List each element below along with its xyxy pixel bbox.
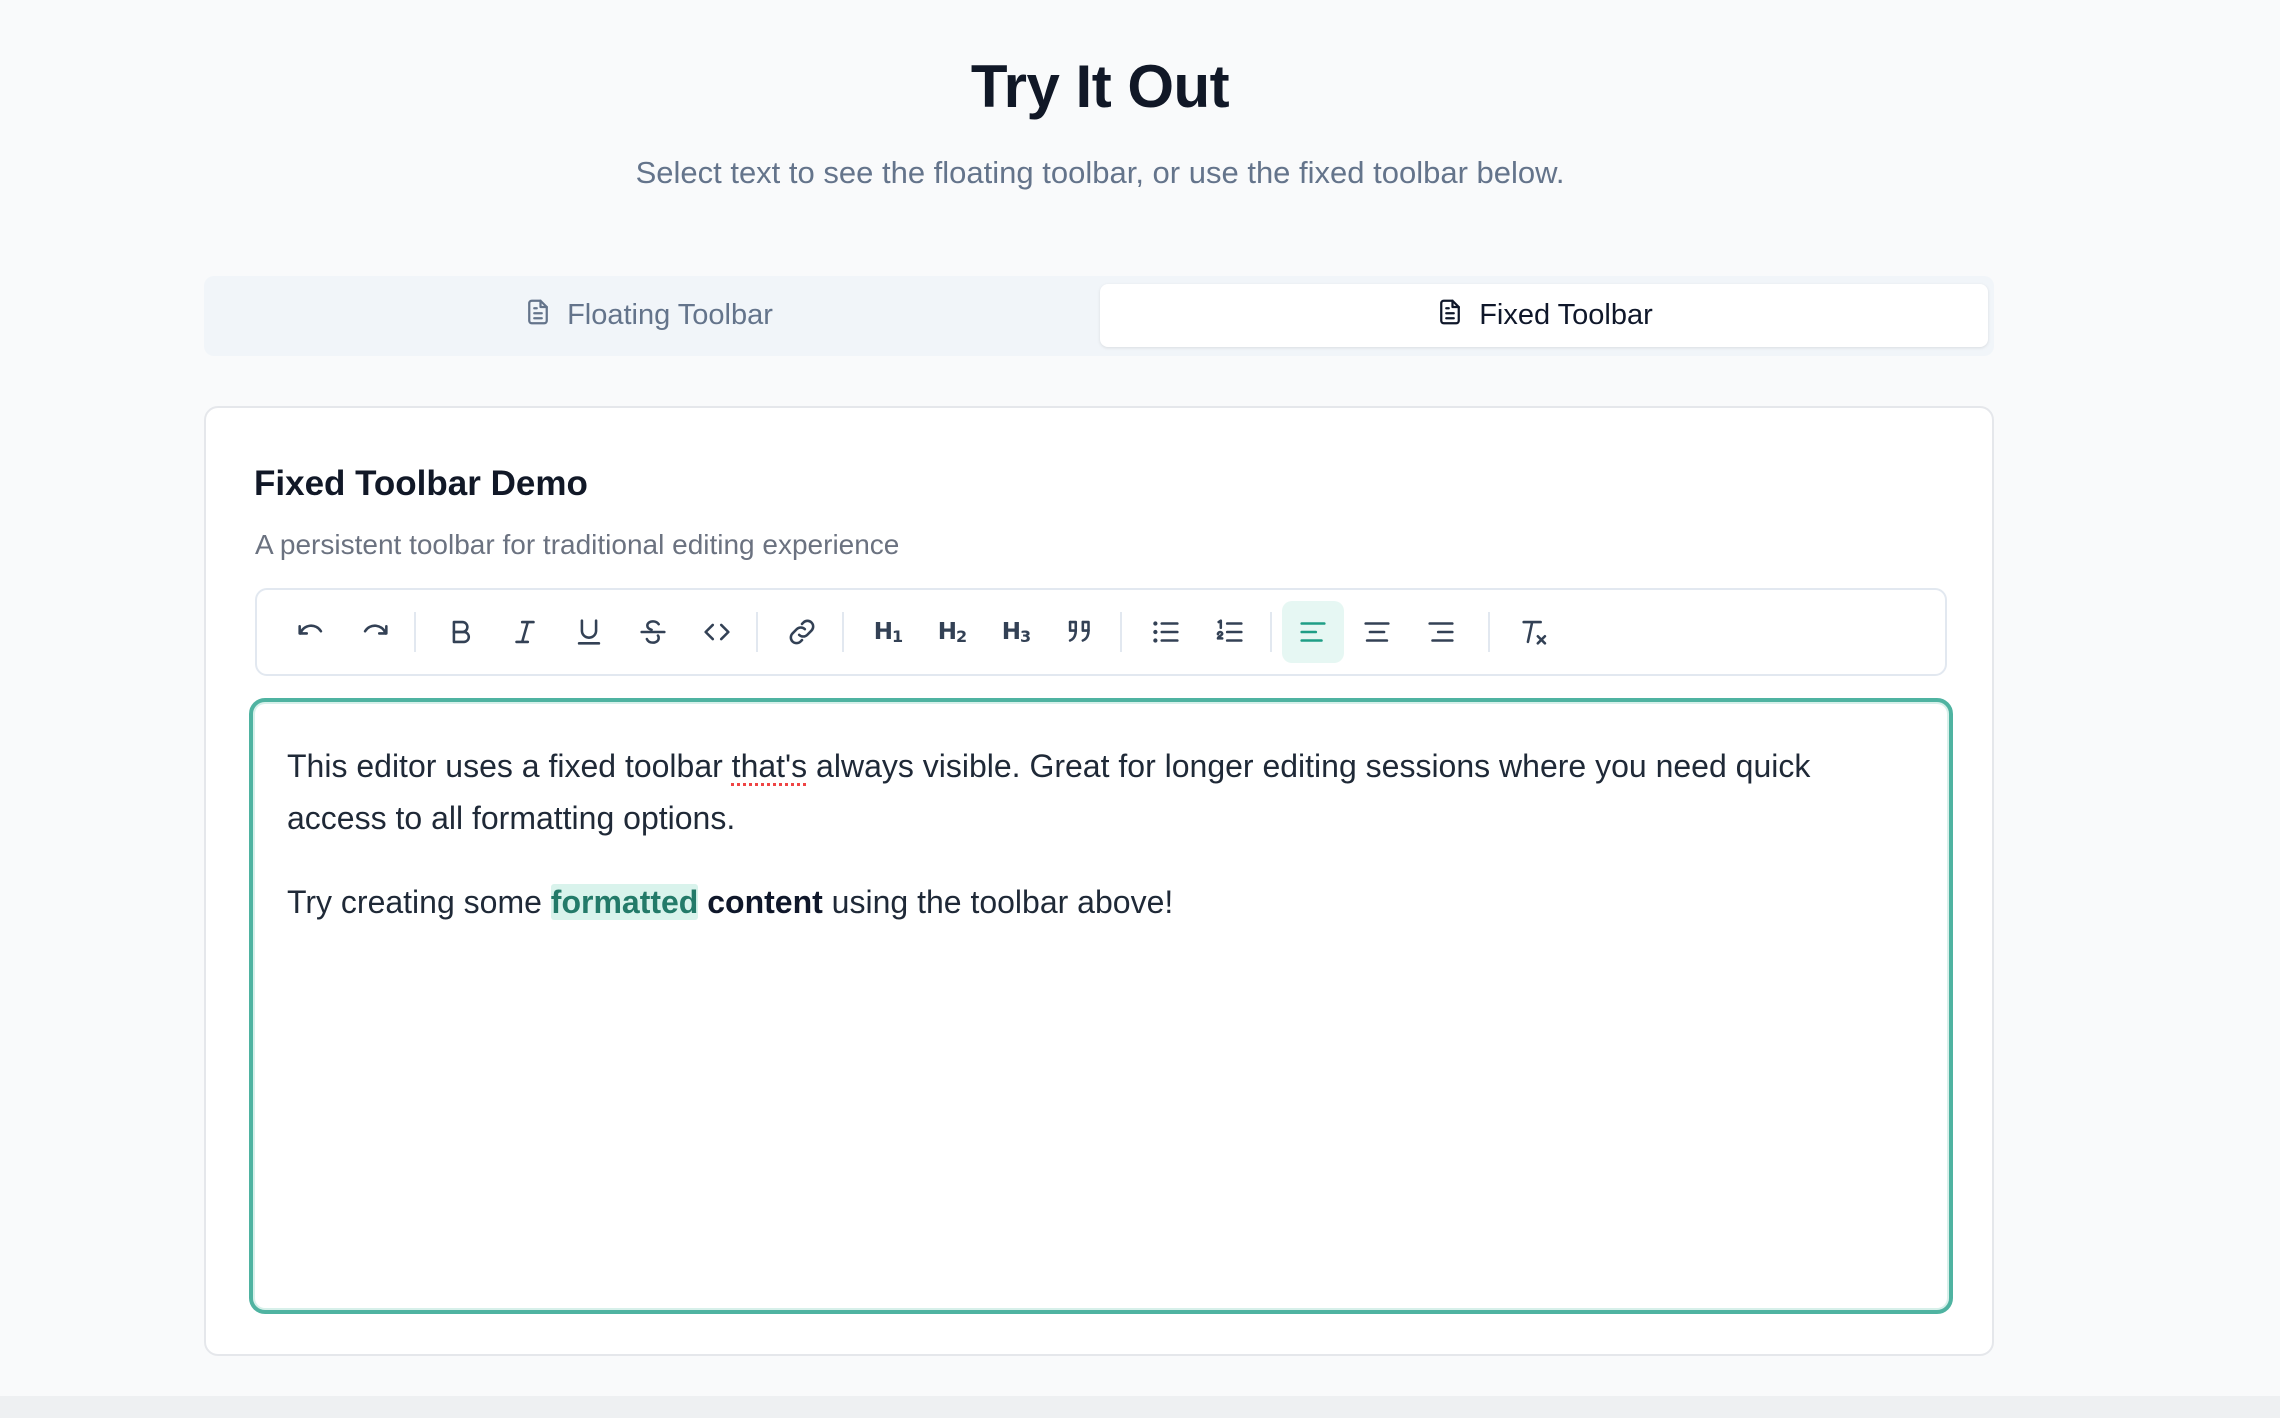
document-icon bbox=[523, 297, 553, 335]
bold-button[interactable] bbox=[430, 601, 492, 663]
toolbar-divider bbox=[1270, 612, 1272, 652]
text-run bbox=[698, 884, 707, 920]
heading-1-button[interactable]: H1 bbox=[857, 601, 919, 663]
ordered-list-button[interactable] bbox=[1199, 601, 1261, 663]
tab-label: Fixed Toolbar bbox=[1479, 299, 1653, 331]
text-run: Try creating some bbox=[287, 884, 551, 920]
align-left-button[interactable] bbox=[1282, 601, 1344, 663]
tab-floating-toolbar[interactable]: Floating Toolbar bbox=[204, 284, 1092, 347]
rich-text-editor[interactable]: This editor uses a fixed toolbar that's … bbox=[249, 698, 1953, 1314]
undo-icon bbox=[298, 624, 323, 635]
editor-paragraph: Try creating some formatted content usin… bbox=[287, 876, 1915, 928]
text-run: This editor uses a fixed toolbar bbox=[287, 748, 732, 784]
redo-icon bbox=[363, 624, 388, 635]
card-description: A persistent toolbar for traditional edi… bbox=[255, 529, 900, 560]
bottom-edge bbox=[0, 1396, 2280, 1418]
ordered-list-icon bbox=[1216, 619, 1243, 642]
undo-button[interactable] bbox=[280, 601, 342, 663]
clear-formatting-button[interactable] bbox=[1504, 601, 1566, 663]
blockquote-button[interactable] bbox=[1049, 601, 1111, 663]
align-center-icon bbox=[1364, 622, 1390, 642]
toolbar-divider bbox=[414, 612, 416, 652]
misspelled-word: that's bbox=[731, 748, 808, 784]
strikethrough-button[interactable] bbox=[622, 601, 684, 663]
demo-card: Fixed Toolbar Demo A persistent toolbar … bbox=[204, 406, 1994, 1356]
bold-text: content bbox=[707, 884, 823, 920]
tab-label: Floating Toolbar bbox=[567, 299, 773, 331]
page-title: Try It Out bbox=[970, 53, 1230, 120]
clear-formatting-icon bbox=[1522, 620, 1547, 645]
highlighted-text: formatted bbox=[550, 884, 699, 920]
underline-icon bbox=[577, 619, 601, 645]
toolbar-divider bbox=[1488, 612, 1490, 652]
align-right-icon bbox=[1428, 622, 1454, 642]
heading-2-button[interactable]: H2 bbox=[921, 601, 983, 663]
bullet-list-button[interactable] bbox=[1135, 601, 1197, 663]
align-right-button[interactable] bbox=[1410, 601, 1472, 663]
fixed-toolbar: H1 H2 H3 bbox=[255, 588, 1947, 676]
link-icon bbox=[789, 619, 815, 645]
heading-3-icon: H3 bbox=[1001, 618, 1031, 646]
heading-1-icon: H1 bbox=[873, 618, 903, 646]
editor-paragraph: This editor uses a fixed toolbar that's … bbox=[287, 740, 1915, 844]
document-icon bbox=[1435, 297, 1465, 335]
strikethrough-icon bbox=[640, 620, 666, 644]
quote-icon bbox=[1068, 620, 1090, 642]
bullet-list-icon bbox=[1153, 621, 1179, 643]
code-icon bbox=[704, 623, 730, 641]
underline-button[interactable] bbox=[558, 601, 620, 663]
text-run: using the toolbar above! bbox=[822, 884, 1174, 920]
toolbar-divider bbox=[1120, 612, 1122, 652]
page-subtitle: Select text to see the floating toolbar,… bbox=[635, 155, 1565, 190]
italic-button[interactable] bbox=[494, 601, 556, 663]
heading-2-icon: H2 bbox=[937, 618, 967, 646]
heading-3-button[interactable]: H3 bbox=[985, 601, 1047, 663]
toolbar-divider bbox=[842, 612, 844, 652]
italic-icon bbox=[515, 620, 535, 644]
align-left-icon bbox=[1300, 622, 1326, 642]
align-center-button[interactable] bbox=[1346, 601, 1408, 663]
bold-icon bbox=[452, 620, 470, 644]
toolbar-divider bbox=[756, 612, 758, 652]
toolbar-mode-tabs: Floating Toolbar Fixed Toolbar bbox=[204, 276, 1994, 356]
tab-fixed-toolbar[interactable]: Fixed Toolbar bbox=[1100, 284, 1988, 347]
code-button[interactable] bbox=[686, 601, 748, 663]
redo-button[interactable] bbox=[344, 601, 406, 663]
card-title: Fixed Toolbar Demo bbox=[254, 464, 588, 503]
link-button[interactable] bbox=[771, 601, 833, 663]
